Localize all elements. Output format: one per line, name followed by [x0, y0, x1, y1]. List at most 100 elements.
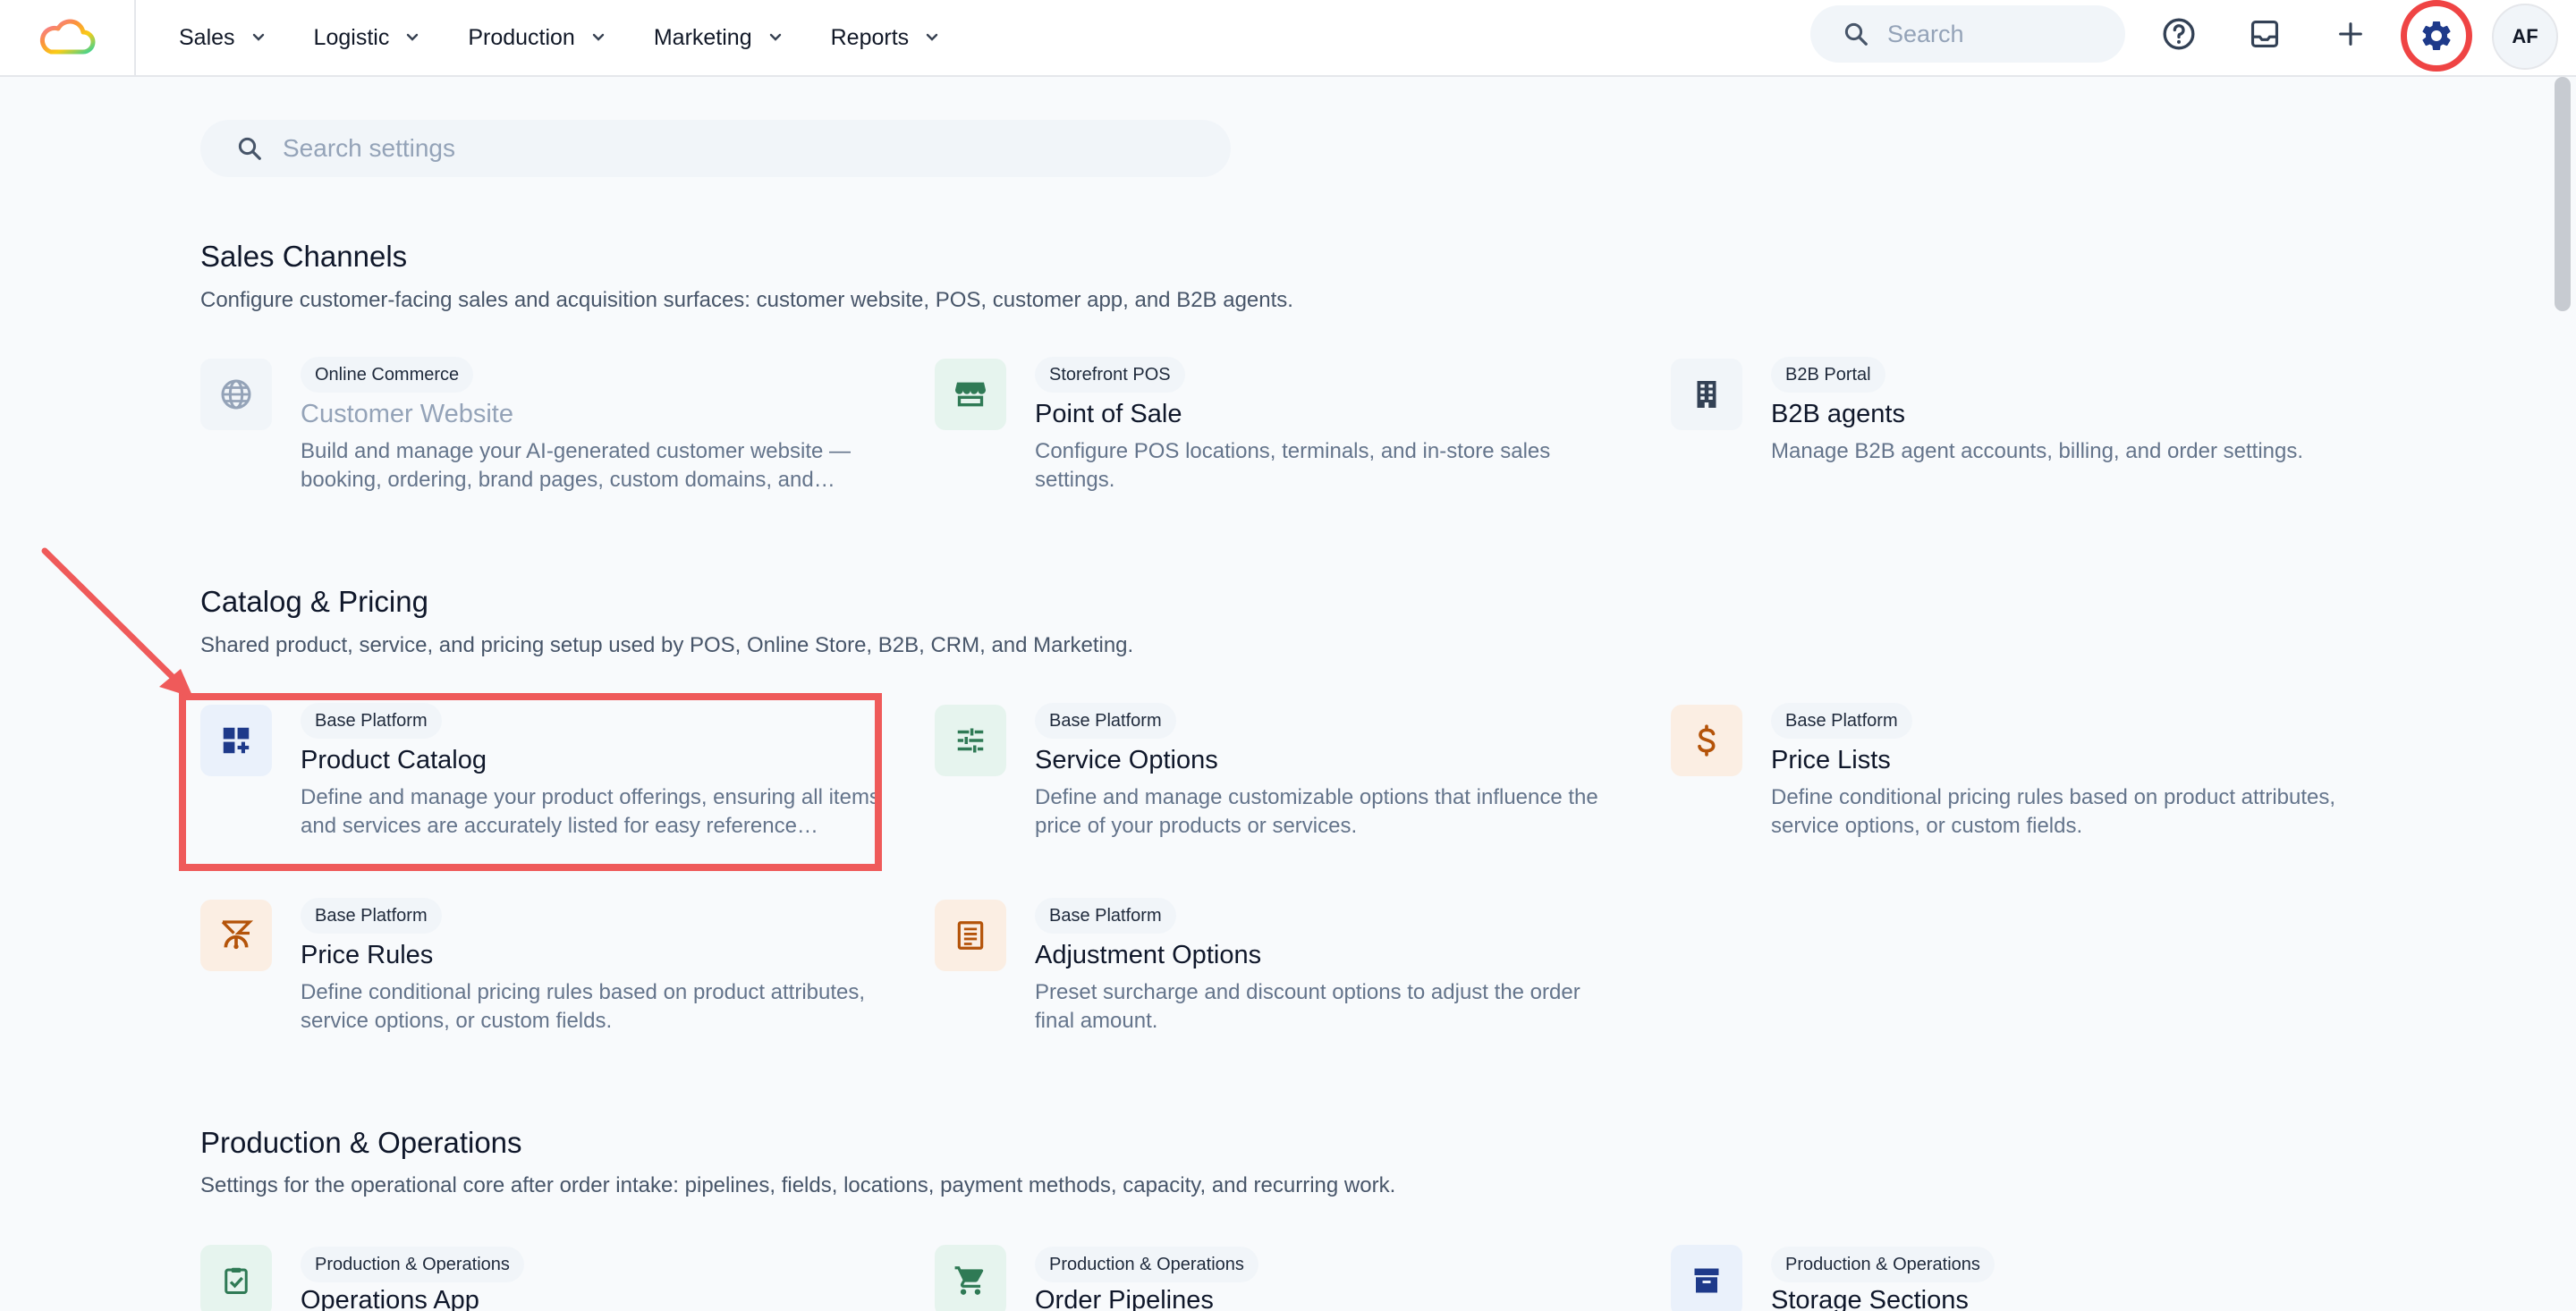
receipt-icon: [957, 921, 984, 950]
card-icon-box: [935, 359, 1006, 430]
inbox-icon: [2250, 20, 2279, 48]
card-badge: Production & Operations: [301, 1247, 524, 1282]
dollar-icon: [1698, 724, 1716, 757]
card-icon-box: [200, 359, 272, 430]
building-icon: [1697, 381, 1716, 408]
section-title-sales-channels: Sales Channels: [200, 240, 408, 273]
cart-icon: [954, 1266, 984, 1295]
top-navigation-bar: Sales Logistic Production Marketing Repo…: [0, 0, 2576, 77]
chevron-down-icon: [252, 33, 264, 41]
card-storage-sections[interactable]: Production & Operations Storage Sections: [1671, 1245, 2351, 1311]
search-icon: [238, 137, 261, 160]
card-icon-box: [1671, 1245, 1742, 1311]
card-icon-box: [1671, 359, 1742, 430]
avatar[interactable]: AF: [2492, 4, 2558, 70]
card-description: Define conditional pricing rules based o…: [1771, 785, 2336, 838]
settings-search-input[interactable]: [283, 134, 1177, 163]
section-desc-catalog-pricing: Shared product, service, and pricing set…: [200, 633, 1134, 657]
section-title-production-operations: Production & Operations: [200, 1126, 522, 1159]
card-title: Customer Website: [301, 400, 513, 428]
archive-icon: [1694, 1268, 1719, 1293]
nav-production[interactable]: Production: [468, 25, 607, 51]
card-title: Order Pipelines: [1035, 1286, 1214, 1311]
card-icon-box: [200, 1245, 272, 1311]
card-description: Build and manage your AI-generated custo…: [301, 439, 852, 492]
card-badge: Production & Operations: [1771, 1247, 1995, 1282]
clipboard-check-icon: [225, 1267, 248, 1294]
nav-label: Logistic: [313, 24, 390, 50]
card-badge: Production & Operations: [1035, 1247, 1258, 1282]
section-desc-production-operations: Settings for the operational core after …: [200, 1173, 1396, 1197]
sliders-icon: [957, 728, 984, 753]
global-search-input[interactable]: [1887, 20, 2102, 48]
card-badge: Online Commerce: [301, 357, 474, 393]
inbox-button[interactable]: [2240, 9, 2290, 59]
help-button[interactable]: [2154, 9, 2204, 59]
card-title: Price Rules: [301, 941, 434, 969]
card-description: Configure POS locations, terminals, and …: [1035, 439, 1551, 492]
card-order-pipelines[interactable]: Production & Operations Order Pipelines: [935, 1245, 1614, 1311]
card-icon-box: [1671, 705, 1742, 776]
nav-sales[interactable]: Sales: [179, 25, 267, 51]
nav-marketing[interactable]: Marketing: [654, 25, 784, 51]
card-title: B2B agents: [1771, 400, 1905, 428]
card-service-options[interactable]: Base Platform Service Options Define and…: [935, 703, 1614, 839]
chevron-down-icon: [769, 33, 781, 41]
create-button[interactable]: [2326, 9, 2376, 59]
card-badge: Base Platform: [1035, 898, 1176, 934]
gear-icon: [2422, 21, 2451, 50]
highlight-box: [179, 693, 882, 871]
main-nav: Sales Logistic Production Marketing Repo…: [179, 0, 987, 75]
card-title: Operations App: [301, 1286, 479, 1311]
card-price-lists[interactable]: Base Platform Price Lists Define conditi…: [1671, 703, 2351, 839]
annotation-arrow: [41, 547, 193, 698]
help-circle-icon: [2163, 18, 2195, 50]
nav-label: Sales: [179, 24, 235, 50]
card-operations-app[interactable]: Production & Operations Operations App: [200, 1245, 880, 1311]
global-search[interactable]: [1810, 5, 2125, 63]
card-b2b-agents[interactable]: B2B Portal B2B agents Manage B2B agent a…: [1671, 357, 2351, 493]
card-badge: Base Platform: [1035, 703, 1176, 739]
card-title: Storage Sections: [1771, 1286, 1969, 1311]
card-title: Adjustment Options: [1035, 941, 1262, 969]
price-rule-icon: [221, 920, 254, 950]
nav-logistic[interactable]: Logistic: [314, 25, 422, 51]
card-title: Price Lists: [1771, 746, 1891, 774]
card-icon-box: [935, 1245, 1006, 1311]
chevron-down-icon: [407, 33, 419, 41]
card-customer-website[interactable]: Online Commerce Customer Website Build a…: [200, 357, 880, 493]
card-badge: Storefront POS: [1035, 357, 1185, 393]
card-title: Service Options: [1035, 746, 1218, 774]
card-description: Define conditional pricing rules based o…: [301, 980, 866, 1033]
nav-reports[interactable]: Reports: [831, 25, 942, 51]
scrollbar-thumb[interactable]: [2555, 77, 2571, 311]
search-icon: [1844, 22, 1868, 46]
section-title-catalog-pricing: Catalog & Pricing: [200, 585, 428, 618]
card-badge: Base Platform: [1771, 703, 1912, 739]
section-desc-sales-channels: Configure customer-facing sales and acqu…: [200, 288, 1293, 312]
globe-icon: [221, 379, 251, 410]
chevron-down-icon: [592, 33, 605, 41]
nav-label: Reports: [830, 24, 910, 50]
card-title: Point of Sale: [1035, 400, 1182, 428]
logo-cell[interactable]: [0, 0, 136, 75]
card-badge: Base Platform: [301, 898, 442, 934]
card-icon-box: [200, 900, 272, 971]
card-description: Define and manage customizable options t…: [1035, 785, 1598, 838]
card-icon-box: [935, 900, 1006, 971]
plus-icon: [2339, 22, 2362, 46]
card-description: Preset surcharge and discount options to…: [1035, 980, 1580, 1033]
settings-button[interactable]: [2401, 0, 2472, 72]
card-icon-box: [935, 705, 1006, 776]
card-badge: B2B Portal: [1771, 357, 1885, 393]
card-point-of-sale[interactable]: Storefront POS Point of Sale Configure P…: [935, 357, 1614, 493]
cloud-logo: [39, 19, 96, 55]
nav-label: Marketing: [653, 24, 752, 50]
storefront-icon: [955, 382, 986, 407]
nav-label: Production: [468, 24, 575, 50]
chevron-down-icon: [926, 33, 938, 41]
card-price-rules[interactable]: Base Platform Price Rules Define conditi…: [200, 898, 880, 1034]
card-description: Manage B2B agent accounts, billing, and …: [1771, 439, 2304, 463]
settings-search[interactable]: [200, 120, 1231, 177]
card-adjustment-options[interactable]: Base Platform Adjustment Options Preset …: [935, 898, 1614, 1034]
